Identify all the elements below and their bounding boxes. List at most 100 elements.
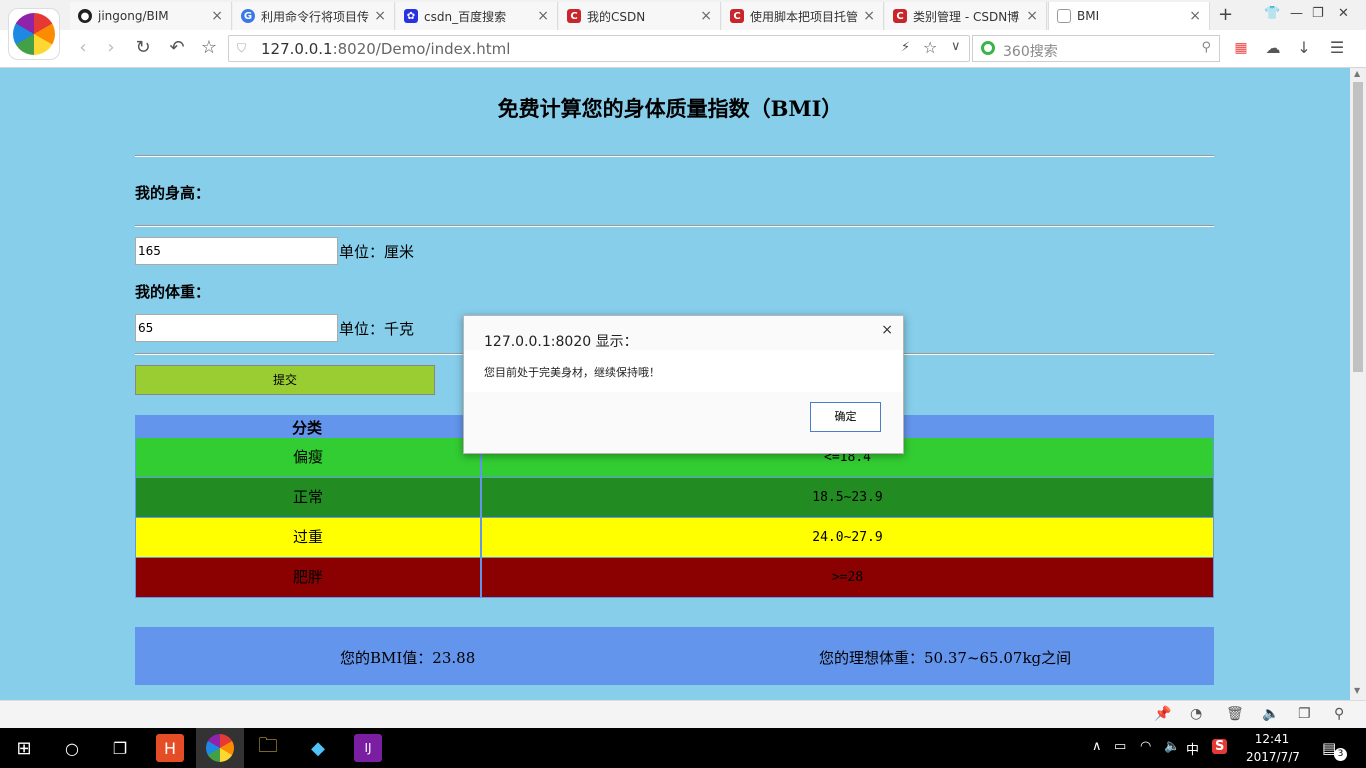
volume-icon[interactable]: 🔈 <box>1262 706 1279 722</box>
chevron-down-icon[interactable]: ∨ <box>951 39 961 54</box>
github-icon: ● <box>78 9 92 23</box>
ime-indicator[interactable]: 中 <box>1186 739 1199 758</box>
cell-category: 正常 <box>136 478 482 517</box>
hbuilder-icon[interactable]: H <box>156 734 184 762</box>
dialog-title: 127.0.0.1:8020 显示： <box>484 334 638 350</box>
scrollbar-thumb[interactable] <box>1353 82 1363 372</box>
vertical-scrollbar[interactable]: ▲ ▼ <box>1350 68 1366 700</box>
csdn-icon: C <box>893 9 907 23</box>
cell-range: >=28 <box>482 558 1213 597</box>
file-explorer-icon[interactable]: 🗀 <box>254 733 282 762</box>
back-icon[interactable]: ‹ <box>72 37 94 59</box>
cell-range: 18.5~23.9 <box>482 478 1213 517</box>
favorite-star-icon[interactable]: ☆ <box>198 37 220 59</box>
speed-icon[interactable]: ◔ <box>1190 706 1202 722</box>
close-tab-icon[interactable]: × <box>537 8 549 24</box>
undo-icon[interactable]: ↶ <box>166 37 188 59</box>
git-icon[interactable]: ◆ <box>304 734 332 762</box>
tab-bmi[interactable]: BMI × <box>1048 2 1210 30</box>
tray-chevron-icon[interactable]: ∧ <box>1092 739 1102 754</box>
cloud-icon[interactable]: ☁ <box>1262 37 1284 59</box>
new-tab-icon[interactable]: + <box>1218 4 1233 25</box>
battery-icon[interactable]: ▭ <box>1114 739 1126 754</box>
security-shield-icon: ⛉ <box>237 41 247 55</box>
download-icon[interactable]: ↓ <box>1293 37 1315 59</box>
minimize-icon[interactable]: — <box>1290 6 1303 21</box>
reload-icon[interactable]: ↻ <box>132 37 154 59</box>
close-tab-icon[interactable]: × <box>374 8 386 24</box>
navigation-bar: ‹ › ↻ ↶ ☆ ⛉ 127.0.0.1:8020/Demo/index.ht… <box>0 30 1366 68</box>
scroll-up-icon[interactable]: ▲ <box>1354 69 1360 78</box>
page-title: 免费计算您的身体质量指数（BMI） <box>497 96 843 121</box>
zoom-icon[interactable]: ⚲ <box>1334 706 1344 722</box>
tab-script-hosting[interactable]: C 使用脚本把项目托管 × <box>722 2 884 30</box>
address-bar[interactable]: ⛉ 127.0.0.1:8020/Demo/index.html ⚡ ☆ ∨ <box>228 35 970 62</box>
tab-category-manage[interactable]: C 类别管理 - CSDN博 × <box>885 2 1047 30</box>
clock[interactable]: 12:41 2017/7/7 <box>1246 730 1300 766</box>
height-unit: 单位：厘米 <box>339 243 415 261</box>
search-input[interactable]: 360搜索 ⚲ <box>972 35 1220 62</box>
dialog-message: 您目前处于完美身材，继续保持哦！ <box>484 366 660 379</box>
360-logo-icon <box>981 41 995 55</box>
dialog-body: 您目前处于完美身材，继续保持哦！ <box>464 350 903 392</box>
url-text: 127.0.0.1:8020/Demo/index.html <box>261 40 511 58</box>
height-input[interactable]: 165 <box>135 237 338 265</box>
bmi-result: 您的BMI值：23.88 <box>340 649 476 667</box>
pin-icon[interactable]: 📌 <box>1154 706 1171 722</box>
tab-csdn-baidu[interactable]: ✿ csdn_百度搜索 × <box>396 2 558 30</box>
task-view-icon[interactable]: ❐ <box>106 734 134 762</box>
skin-icon[interactable]: 👕 <box>1264 6 1280 21</box>
close-tab-icon[interactable]: × <box>211 8 223 24</box>
table-row: 正常 18.5~23.9 <box>136 477 1213 517</box>
intellij-icon[interactable]: IJ <box>354 734 382 762</box>
apps-grid-icon[interactable]: ▦ <box>1230 37 1252 59</box>
forward-icon[interactable]: › <box>100 37 122 59</box>
window-icon[interactable]: ❐ <box>1298 706 1311 722</box>
bookmark-star-icon[interactable]: ☆ <box>923 38 937 57</box>
close-tab-icon[interactable]: × <box>700 8 712 24</box>
ideal-weight-result: 您的理想体重：50.37~65.07kg之间 <box>819 649 1072 667</box>
browser-logo-icon[interactable] <box>8 8 60 60</box>
close-icon[interactable]: × <box>881 322 893 338</box>
clock-time: 12:41 <box>1254 732 1290 746</box>
search-circle-icon[interactable]: ○ <box>58 734 86 762</box>
close-tab-icon[interactable]: × <box>1026 8 1038 24</box>
trash-icon[interactable]: 🗑 <box>1226 706 1244 722</box>
page-icon <box>1057 9 1071 23</box>
speaker-icon[interactable]: 🔈 <box>1164 739 1180 754</box>
cell-range: 24.0~27.9 <box>482 518 1213 557</box>
height-label: 我的身高： <box>135 184 211 202</box>
maximize-icon[interactable]: ❐ <box>1312 6 1324 21</box>
submit-button[interactable]: 提交 <box>135 365 435 395</box>
clock-date: 2017/7/7 <box>1246 750 1300 764</box>
tab-command-line[interactable]: G 利用命令行将项目传 × <box>233 2 395 30</box>
alert-dialog: 127.0.0.1:8020 显示： × 您目前处于完美身材，继续保持哦！ 确定 <box>463 315 904 454</box>
tab-my-csdn[interactable]: C 我的CSDN × <box>559 2 721 30</box>
close-tab-icon[interactable]: × <box>863 8 875 24</box>
tab-jingong-bim[interactable]: ● jingong/BIM × <box>70 2 232 30</box>
lightning-icon[interactable]: ⚡ <box>901 40 910 55</box>
cell-category: 肥胖 <box>136 558 482 597</box>
table-row: 肥胖 >=28 <box>136 557 1213 597</box>
windows-start-icon[interactable]: ⊞ <box>10 734 38 762</box>
scroll-down-icon[interactable]: ▼ <box>1354 686 1360 695</box>
header-category: 分类 <box>292 419 323 437</box>
wifi-icon[interactable]: ◠ <box>1140 739 1151 754</box>
close-tab-icon[interactable]: × <box>1189 8 1201 24</box>
weight-input[interactable]: 65 <box>135 314 338 342</box>
taskbar: ⊞ ○ ❐ H 🗀 ◆ IJ ∧ ▭ ◠ 🔈 中 S 12:41 2017/7/… <box>0 728 1366 768</box>
weight-label: 我的体重： <box>135 283 211 301</box>
search-icon[interactable]: ⚲ <box>1201 40 1211 55</box>
baidu-icon: ✿ <box>404 9 418 23</box>
cell-category: 偏瘦 <box>136 438 482 477</box>
ok-button[interactable]: 确定 <box>810 402 881 432</box>
close-window-icon[interactable]: ✕ <box>1338 6 1349 21</box>
tab-bar: ● jingong/BIM × G 利用命令行将项目传 × ✿ csdn_百度搜… <box>0 0 1366 60</box>
cell-category: 过重 <box>136 518 482 557</box>
360-browser-icon[interactable] <box>206 734 234 762</box>
csdn-icon: C <box>567 9 581 23</box>
result-panel: 您的BMI值：23.88 您的理想体重：50.37~65.07kg之间 <box>135 627 1214 685</box>
sogou-ime-icon[interactable]: S <box>1212 739 1228 754</box>
status-bar: 📌 ◔ 🗑 🔈 ❐ ⚲ <box>0 700 1366 728</box>
menu-icon[interactable]: ☰ <box>1326 37 1348 59</box>
